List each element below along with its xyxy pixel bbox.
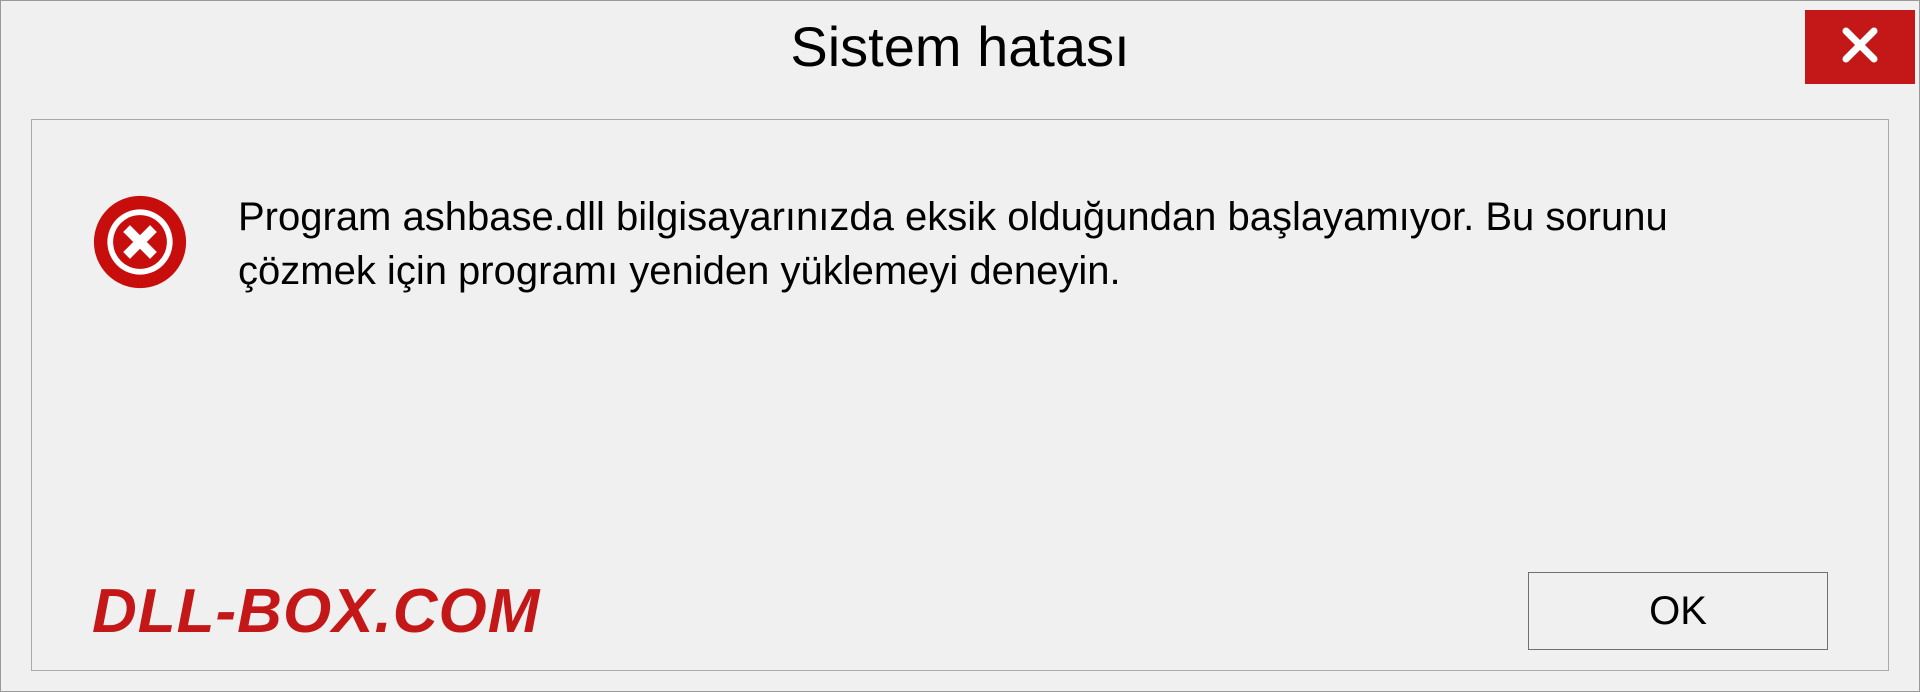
message-row: Program ashbase.dll bilgisayarınızda eks… [92,190,1828,298]
error-icon [92,194,188,295]
watermark-text: DLL-BOX.COM [92,576,540,647]
title-bar: Sistem hatası [1,1,1919,91]
dialog-title: Sistem hatası [790,14,1129,79]
error-message: Program ashbase.dll bilgisayarınızda eks… [238,190,1738,298]
content-panel: Program ashbase.dll bilgisayarınızda eks… [31,119,1889,671]
footer-row: DLL-BOX.COM OK [92,572,1828,650]
close-button[interactable] [1805,10,1915,84]
error-dialog: Sistem hatası Program ashbase.dll bilgis… [0,0,1920,692]
ok-button[interactable]: OK [1528,572,1828,650]
close-icon [1836,21,1884,74]
